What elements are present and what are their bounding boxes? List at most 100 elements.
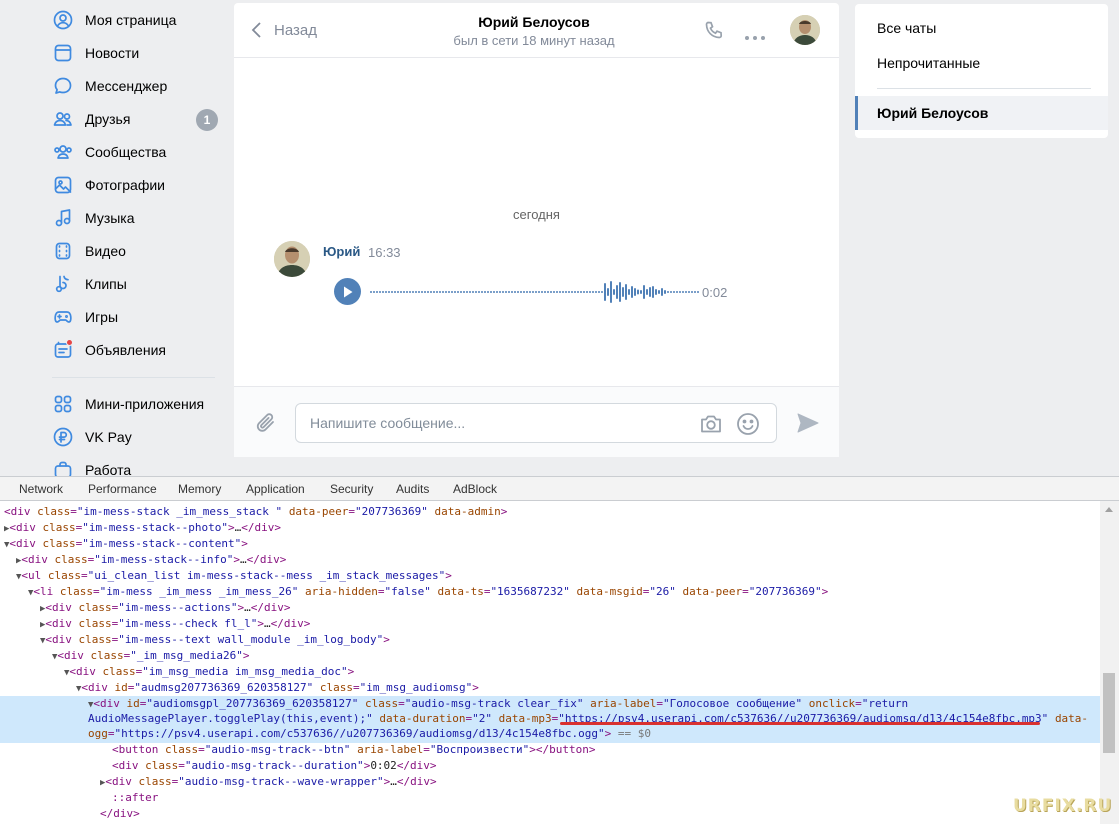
attach-button[interactable] [254,411,278,440]
waveform-bar [376,291,378,293]
dom-line[interactable]: ▼<div class="im-mess--text wall_module _… [40,632,390,648]
filter-all-chats[interactable]: Все чаты [855,11,1108,45]
filter-unread[interactable]: Непрочитанные [855,46,1108,80]
nav-item-my-page[interactable]: Моя страница [52,6,220,34]
waveform-bar [400,291,402,293]
waveform-bar [427,291,429,293]
waveform-bar [559,291,561,293]
peer-avatar[interactable] [790,15,820,45]
scrollbar-thumb[interactable] [1103,673,1115,753]
waveform-bar [553,291,555,293]
nav-item-label: Сообщества [85,144,167,160]
dom-line[interactable]: ::after [112,790,158,806]
nav-item-jobs[interactable]: Работа [52,456,220,476]
nav-item-mini-apps[interactable]: Мини-приложения [52,390,220,418]
waveform-bar [460,291,462,293]
dom-line[interactable]: </div> [100,806,140,822]
active-chat-item[interactable]: Юрий Белоусов [855,96,1108,130]
tab-audits[interactable]: Audits [396,482,429,496]
waveform-bar [418,291,420,293]
waveform-bar [538,291,540,293]
nav-item-label: Клипы [85,276,127,292]
peer-name[interactable]: Юрий Белоусов [434,14,634,30]
waveform-bar [613,289,615,295]
emoji-button[interactable] [736,412,760,441]
waveform-bar [670,291,672,293]
waveform-bar [442,291,444,293]
nav-item-classifieds[interactable]: Объявления [52,336,220,364]
message-bubble-icon [52,75,74,97]
briefcase-icon [52,459,74,476]
dom-line[interactable]: <div class="audio-msg-track--duration">0… [112,758,437,774]
author-avatar[interactable] [274,241,310,277]
nav-item-video[interactable]: Видео [52,237,220,265]
dom-line[interactable]: <div class="im-mess-stack _im_mess_stack… [4,504,507,520]
waveform-bar [520,291,522,293]
camera-button[interactable] [699,413,723,440]
devtools-scrollbar[interactable] [1100,501,1119,824]
waveform-bar [577,291,579,293]
nav-item-communities[interactable]: Сообщества [52,138,220,166]
waveform-bar [565,291,567,293]
waveform-bar [691,291,693,293]
dom-line[interactable]: <button class="audio-msg-track--btn" ari… [112,742,596,758]
nav-item-label: Моя страница [85,12,177,28]
nav-item-music[interactable]: Музыка [52,204,220,232]
dom-line[interactable]: ▼<li class="im-mess _im_mess _im_mess_26… [28,584,828,600]
avatar-image [274,241,310,277]
waveform-bar [388,291,390,293]
back-button[interactable]: Назад [250,19,317,41]
dom-line[interactable]: ▶<div class="audio-msg-track--wave-wrapp… [100,774,437,790]
tab-adblock[interactable]: AdBlock [453,482,497,496]
waveform-bar [604,283,606,301]
send-button[interactable] [796,412,820,439]
dom-line[interactable]: ▼<div class="_im_msg_media26"> [52,648,250,664]
nav-item-messenger[interactable]: Мессенджер [52,72,220,100]
dom-line[interactable]: ▶<div class="im-mess-stack--photo">…</di… [4,520,281,536]
more-button[interactable] [744,28,766,46]
waveform-bar [574,291,576,293]
waveform-bar [511,291,513,293]
scroll-up-arrow-icon[interactable] [1105,507,1113,512]
peer-status: был в сети 18 минут назад [453,33,615,48]
waveform-bar [463,291,465,293]
tab-application[interactable]: Application [246,482,305,496]
dom-line-selected[interactable]: ogg="https://psv4.userapi.com/c537636//u… [88,726,651,742]
tab-performance[interactable]: Performance [88,482,157,496]
message-author[interactable]: Юрий [323,244,360,259]
tab-memory[interactable]: Memory [178,482,221,496]
dom-line-selected[interactable]: ▼<div id="audiomsgpl_207736369_620358127… [88,696,908,712]
tab-security[interactable]: Security [330,482,373,496]
dom-line[interactable]: ▼<div id="audmsg207736369_620358127" cla… [76,680,479,696]
nav-item-news[interactable]: Новости [52,39,220,67]
chat-header: Назад Юрий Белоусов был в сети 18 минут … [234,3,839,58]
nav-item-label: VK Pay [85,429,132,445]
camera-icon [701,415,721,433]
dom-line[interactable]: ▼<div class="im-mess-stack--content"> [4,536,248,552]
waveform-bar [424,291,426,293]
waveform-bar [508,291,510,293]
dom-line[interactable]: ▶<div class="im-mess--actions">…</div> [40,600,291,616]
chat-panel: Назад Юрий Белоусов был в сети 18 минут … [234,3,839,457]
dom-line[interactable]: ▼<ul class="ui_clean_list im-mess-stack-… [16,568,452,584]
dom-line[interactable]: ▶<div class="im-mess--check fl_l">…</div… [40,616,310,632]
dom-line[interactable]: ▼<div class="im_msg_media im_msg_media_d… [64,664,354,680]
devtools-tab-bar: Network Performance Memory Application S… [0,477,1119,501]
nav-item-photos[interactable]: Фотографии [52,171,220,199]
waveform-bar [583,291,585,293]
dom-line[interactable]: ▶<div class="im-mess-stack--info">…</div… [16,552,286,568]
waveform-bar [562,291,564,293]
nav-item-vk-pay[interactable]: VK Pay [52,423,220,451]
nav-item-games[interactable]: Игры [52,303,220,331]
nav-item-clips[interactable]: Клипы [52,270,220,298]
photo-icon [52,174,74,196]
waveform-bar [391,291,393,293]
tab-network[interactable]: Network [19,482,63,496]
vkpay-icon [52,426,74,448]
nav-item-friends[interactable]: Друзья 1 [52,105,220,133]
call-button[interactable] [703,19,725,46]
audio-play-button[interactable] [334,278,361,305]
audio-waveform[interactable] [370,279,700,305]
waveform-bar [490,291,492,293]
waveform-bar [673,291,675,293]
